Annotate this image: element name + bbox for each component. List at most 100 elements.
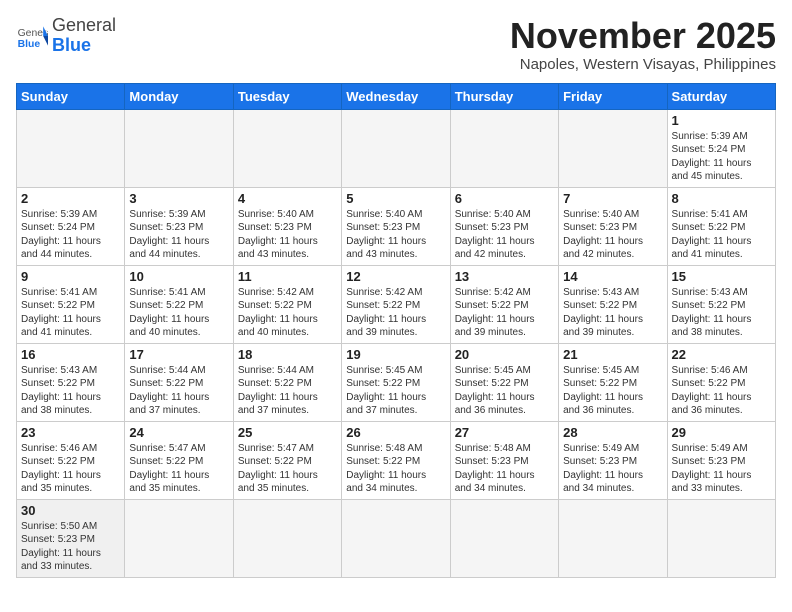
- calendar-day-cell: 21Sunrise: 5:45 AM Sunset: 5:22 PM Dayli…: [559, 343, 667, 421]
- day-number: 2: [21, 191, 120, 206]
- day-number: 11: [238, 269, 337, 284]
- day-number: 25: [238, 425, 337, 440]
- day-number: 15: [672, 269, 771, 284]
- day-info: Sunrise: 5:40 AM Sunset: 5:23 PM Dayligh…: [455, 208, 554, 262]
- day-info: Sunrise: 5:50 AM Sunset: 5:23 PM Dayligh…: [21, 520, 120, 574]
- day-info: Sunrise: 5:44 AM Sunset: 5:22 PM Dayligh…: [129, 364, 228, 418]
- day-number: 28: [563, 425, 662, 440]
- day-info: Sunrise: 5:48 AM Sunset: 5:23 PM Dayligh…: [455, 442, 554, 496]
- day-info: Sunrise: 5:47 AM Sunset: 5:22 PM Dayligh…: [129, 442, 228, 496]
- day-info: Sunrise: 5:45 AM Sunset: 5:22 PM Dayligh…: [455, 364, 554, 418]
- day-info: Sunrise: 5:43 AM Sunset: 5:22 PM Dayligh…: [672, 286, 771, 340]
- calendar-day-cell: [667, 499, 775, 577]
- calendar-day-cell: 17Sunrise: 5:44 AM Sunset: 5:22 PM Dayli…: [125, 343, 233, 421]
- day-info: Sunrise: 5:39 AM Sunset: 5:23 PM Dayligh…: [129, 208, 228, 262]
- calendar-week-row: 9 Sunrise: 5:41 AM Sunset: 5:22 PM Daylig…: [17, 265, 776, 343]
- calendar-day-cell: 2 Sunrise: 5:39 AM Sunset: 5:24 PM Daylig…: [17, 187, 125, 265]
- day-info: Sunrise: 5:39 AM Sunset: 5:24 PM Dayligh…: [672, 130, 771, 184]
- calendar-day-cell: 30Sunrise: 5:50 AM Sunset: 5:23 PM Dayli…: [17, 499, 125, 577]
- day-info: Sunrise: 5:49 AM Sunset: 5:23 PM Dayligh…: [672, 442, 771, 496]
- calendar-day-cell: 25 Sunrise: 5:47 AM Sunset: 5:22 PM Dayli…: [233, 421, 341, 499]
- weekday-header-saturday: Saturday: [667, 83, 775, 109]
- calendar-day-cell: 23 Sunrise: 5:46 AM Sunset: 5:22 PM Dayli…: [17, 421, 125, 499]
- day-info: Sunrise: 5:46 AM Sunset: 5:22 PM Dayligh…: [21, 442, 120, 496]
- day-number: 5: [346, 191, 445, 206]
- month-title: November 2025: [510, 16, 776, 56]
- calendar-day-cell: 29 Sunrise: 5:49 AM Sunset: 5:23 PM Dayli…: [667, 421, 775, 499]
- day-info: Sunrise: 5:45 AM Sunset: 5:22 PM Dayligh…: [563, 364, 662, 418]
- day-info: Sunrise: 5:39 AM Sunset: 5:24 PM Dayligh…: [21, 208, 120, 262]
- calendar-week-row: 30Sunrise: 5:50 AM Sunset: 5:23 PM Dayli…: [17, 499, 776, 577]
- calendar-day-cell: 22 Sunrise: 5:46 AM Sunset: 5:22 PM Dayli…: [667, 343, 775, 421]
- day-number: 23: [21, 425, 120, 440]
- calendar-day-cell: [450, 499, 558, 577]
- day-info: Sunrise: 5:47 AM Sunset: 5:22 PM Dayligh…: [238, 442, 337, 496]
- calendar-day-cell: 15 Sunrise: 5:43 AM Sunset: 5:22 PM Dayli…: [667, 265, 775, 343]
- day-number: 18: [238, 347, 337, 362]
- calendar-day-cell: 28 Sunrise: 5:49 AM Sunset: 5:23 PM Dayli…: [559, 421, 667, 499]
- day-number: 9: [21, 269, 120, 284]
- day-number: 8: [672, 191, 771, 206]
- day-number: 10: [129, 269, 228, 284]
- calendar-week-row: 16Sunrise: 5:43 AM Sunset: 5:22 PM Dayli…: [17, 343, 776, 421]
- day-info: Sunrise: 5:46 AM Sunset: 5:22 PM Dayligh…: [672, 364, 771, 418]
- day-info: Sunrise: 5:42 AM Sunset: 5:22 PM Dayligh…: [455, 286, 554, 340]
- weekday-header-thursday: Thursday: [450, 83, 558, 109]
- calendar-day-cell: [17, 109, 125, 187]
- calendar-day-cell: 24 Sunrise: 5:47 AM Sunset: 5:22 PM Dayli…: [125, 421, 233, 499]
- day-number: 4: [238, 191, 337, 206]
- day-number: 22: [672, 347, 771, 362]
- location-title: Napoles, Western Visayas, Philippines: [510, 56, 776, 73]
- day-info: Sunrise: 5:41 AM Sunset: 5:22 PM Dayligh…: [21, 286, 120, 340]
- calendar-day-cell: [342, 499, 450, 577]
- day-info: Sunrise: 5:48 AM Sunset: 5:22 PM Dayligh…: [346, 442, 445, 496]
- day-number: 12: [346, 269, 445, 284]
- day-info: Sunrise: 5:42 AM Sunset: 5:22 PM Dayligh…: [238, 286, 337, 340]
- day-info: Sunrise: 5:40 AM Sunset: 5:23 PM Dayligh…: [563, 208, 662, 262]
- calendar-day-cell: 11 Sunrise: 5:42 AM Sunset: 5:22 PM Dayli…: [233, 265, 341, 343]
- calendar-day-cell: [233, 499, 341, 577]
- calendar-day-cell: 16Sunrise: 5:43 AM Sunset: 5:22 PM Dayli…: [17, 343, 125, 421]
- day-info: Sunrise: 5:41 AM Sunset: 5:22 PM Dayligh…: [129, 286, 228, 340]
- weekday-header-wednesday: Wednesday: [342, 83, 450, 109]
- day-number: 19: [346, 347, 445, 362]
- calendar-day-cell: 9 Sunrise: 5:41 AM Sunset: 5:22 PM Daylig…: [17, 265, 125, 343]
- day-info: Sunrise: 5:40 AM Sunset: 5:23 PM Dayligh…: [346, 208, 445, 262]
- calendar-day-cell: 27 Sunrise: 5:48 AM Sunset: 5:23 PM Dayli…: [450, 421, 558, 499]
- day-info: Sunrise: 5:43 AM Sunset: 5:22 PM Dayligh…: [563, 286, 662, 340]
- day-info: Sunrise: 5:41 AM Sunset: 5:22 PM Dayligh…: [672, 208, 771, 262]
- day-number: 20: [455, 347, 554, 362]
- calendar-day-cell: [342, 109, 450, 187]
- calendar-day-cell: 8 Sunrise: 5:41 AM Sunset: 5:22 PM Daylig…: [667, 187, 775, 265]
- day-number: 7: [563, 191, 662, 206]
- header: General Blue General Blue November 2025 …: [16, 16, 776, 73]
- calendar-day-cell: [559, 499, 667, 577]
- day-info: Sunrise: 5:45 AM Sunset: 5:22 PM Dayligh…: [346, 364, 445, 418]
- calendar-day-cell: 7 Sunrise: 5:40 AM Sunset: 5:23 PM Daylig…: [559, 187, 667, 265]
- calendar-day-cell: [125, 499, 233, 577]
- calendar-day-cell: [559, 109, 667, 187]
- calendar-week-row: 23 Sunrise: 5:46 AM Sunset: 5:22 PM Dayli…: [17, 421, 776, 499]
- day-info: Sunrise: 5:49 AM Sunset: 5:23 PM Dayligh…: [563, 442, 662, 496]
- logo-icon: General Blue: [16, 20, 48, 52]
- day-info: Sunrise: 5:40 AM Sunset: 5:23 PM Dayligh…: [238, 208, 337, 262]
- calendar-day-cell: 20 Sunrise: 5:45 AM Sunset: 5:22 PM Dayli…: [450, 343, 558, 421]
- calendar-day-cell: 12 Sunrise: 5:42 AM Sunset: 5:22 PM Dayli…: [342, 265, 450, 343]
- svg-text:Blue: Blue: [18, 39, 41, 50]
- logo-text: General Blue: [52, 16, 116, 56]
- day-number: 3: [129, 191, 228, 206]
- title-area: November 2025 Napoles, Western Visayas, …: [510, 16, 776, 73]
- day-info: Sunrise: 5:42 AM Sunset: 5:22 PM Dayligh…: [346, 286, 445, 340]
- day-number: 29: [672, 425, 771, 440]
- day-number: 6: [455, 191, 554, 206]
- weekday-header-monday: Monday: [125, 83, 233, 109]
- calendar-day-cell: 13 Sunrise: 5:42 AM Sunset: 5:22 PM Dayli…: [450, 265, 558, 343]
- calendar-day-cell: [125, 109, 233, 187]
- day-number: 27: [455, 425, 554, 440]
- day-number: 24: [129, 425, 228, 440]
- calendar-day-cell: 19 Sunrise: 5:45 AM Sunset: 5:22 PM Dayli…: [342, 343, 450, 421]
- day-number: 13: [455, 269, 554, 284]
- day-info: Sunrise: 5:44 AM Sunset: 5:22 PM Dayligh…: [238, 364, 337, 418]
- calendar-day-cell: 6 Sunrise: 5:40 AM Sunset: 5:23 PM Daylig…: [450, 187, 558, 265]
- calendar-week-row: 2 Sunrise: 5:39 AM Sunset: 5:24 PM Daylig…: [17, 187, 776, 265]
